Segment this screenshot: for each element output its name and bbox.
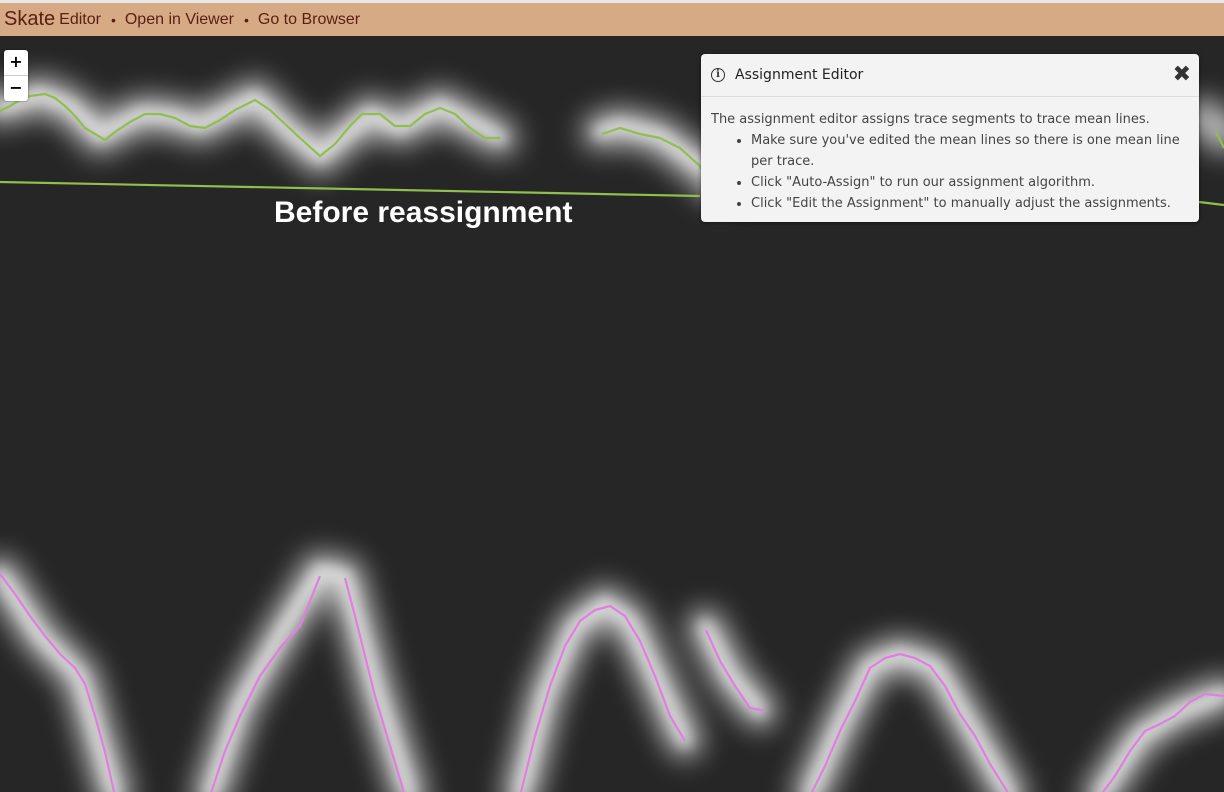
zoom-out-button[interactable]: − — [4, 75, 28, 101]
panel-body: The assignment editor assigns trace segm… — [701, 97, 1199, 214]
nav-separator: • — [110, 11, 116, 28]
panel-bullet-list: Make sure you've edited the mean lines s… — [711, 130, 1189, 214]
open-in-viewer-link[interactable]: Open in Viewer — [125, 11, 234, 29]
overlay-caption: Before reassignment — [274, 196, 573, 229]
brand-subtitle: Editor — [59, 10, 101, 28]
list-item: Click "Auto-Assign" to run our assignmen… — [751, 172, 1189, 193]
nav-separator: • — [243, 11, 249, 28]
lower-trace-core — [0, 563, 1224, 792]
close-icon[interactable]: ✖ — [1173, 62, 1191, 87]
list-item: Click "Edit the Assignment" to manually … — [751, 193, 1189, 214]
top-navigation-bar: Skate Editor • Open in Viewer • Go to Br… — [0, 0, 1224, 36]
global-mean-line — [1198, 200, 1224, 207]
upper-trace-core — [0, 86, 707, 173]
assignment-editor-panel: i Assignment Editor ✖ The assignment edi… — [701, 54, 1199, 222]
global-mean-line — [0, 180, 701, 198]
brand-logo[interactable]: Skate — [4, 8, 55, 31]
panel-intro: The assignment editor assigns trace segm… — [711, 112, 1150, 127]
lower-mean-lines — [0, 573, 1224, 792]
list-item: Make sure you've edited the mean lines s… — [751, 130, 1189, 172]
go-to-browser-link[interactable]: Go to Browser — [258, 11, 360, 29]
zoom-control: + − — [4, 50, 28, 101]
panel-header: i Assignment Editor ✖ — [701, 54, 1199, 97]
panel-title: Assignment Editor — [735, 67, 864, 83]
zoom-in-button[interactable]: + — [4, 50, 28, 75]
info-icon: i — [711, 68, 725, 82]
